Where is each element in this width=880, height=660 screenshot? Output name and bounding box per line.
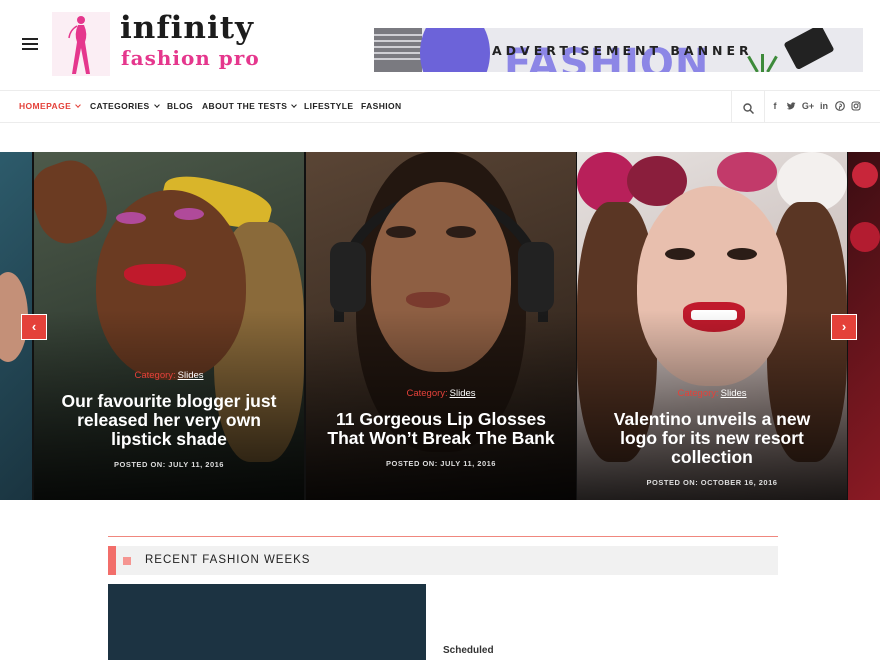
- main-navigation: HOMEPAGE CATEGORIES BLOG ABOUT THE TESTS…: [0, 90, 880, 123]
- section-title: RECENT FASHION WEEKS: [145, 554, 311, 566]
- ad-text: ADVERTISEMENT BANNER: [492, 43, 753, 58]
- nav-item-categories[interactable]: CATEGORIES: [90, 101, 160, 111]
- eye-graphic: [727, 248, 757, 260]
- nav-divider: [764, 91, 765, 123]
- slide-caption: Category: Slides Our favourite blogger ju…: [34, 370, 304, 469]
- square-icon: [123, 557, 131, 565]
- slide-category: Category: Slides: [34, 370, 304, 381]
- eye-graphic: [116, 212, 146, 224]
- slide-caption: Category: Slides 11 Gorgeous Lip Glosses …: [306, 388, 576, 468]
- category-link[interactable]: Slides: [721, 388, 747, 399]
- logo-icon[interactable]: [52, 12, 110, 76]
- slide-date: POSTED ON: JULY 11, 2016: [114, 460, 224, 469]
- nav-item-about-the-tests[interactable]: ABOUT THE TESTS: [202, 101, 298, 111]
- ampersand-graphic: [420, 28, 490, 72]
- slide-category: Category: Slides: [577, 388, 847, 399]
- category-link[interactable]: Slides: [450, 388, 476, 399]
- google-plus-icon[interactable]: G+: [801, 101, 815, 111]
- post-status-label: Scheduled: [443, 645, 494, 656]
- slider-next-button[interactable]: ›: [831, 314, 857, 340]
- nav-item-homepage[interactable]: HOMEPAGE: [19, 101, 82, 111]
- linkedin-icon[interactable]: in: [819, 101, 829, 111]
- facebook-icon[interactable]: f: [770, 101, 780, 111]
- nav-item-fashion[interactable]: FASHION: [361, 101, 402, 111]
- slide-2[interactable]: Category: Slides 11 Gorgeous Lip Glosses …: [306, 152, 576, 500]
- advertisement-banner[interactable]: FASHION ADVERTISEMENT BANNER: [374, 28, 863, 72]
- eye-graphic: [446, 226, 476, 238]
- section-header: RECENT FASHION WEEKS: [108, 546, 778, 575]
- logo-subtitle[interactable]: fashion pro: [121, 46, 260, 70]
- nav-item-lifestyle[interactable]: LIFESTYLE: [304, 101, 353, 111]
- section-divider: [108, 536, 778, 537]
- eye-graphic: [665, 248, 695, 260]
- plant-graphic: [747, 50, 778, 72]
- slide-title[interactable]: Valentino unveils a new logo for its new…: [577, 410, 847, 467]
- twitter-icon[interactable]: [786, 101, 796, 111]
- category-label: Category:: [134, 370, 176, 381]
- category-label: Category:: [677, 388, 719, 399]
- chevron-right-icon: ›: [841, 319, 847, 334]
- slider-prev-button[interactable]: ‹: [21, 314, 47, 340]
- chevron-down-icon: [75, 102, 82, 108]
- slide-date: POSTED ON: OCTOBER 16, 2016: [646, 478, 778, 487]
- site-header: infinity fashion pro FASHION ADVERTISEME…: [0, 0, 880, 90]
- pinterest-icon[interactable]: [835, 101, 845, 111]
- nav-divider: [731, 91, 732, 123]
- headphone-cup-right: [518, 242, 554, 312]
- phone-graphic: [783, 28, 835, 71]
- category-label: Category:: [406, 388, 448, 399]
- chevron-down-icon: [153, 102, 160, 108]
- featured-slider: Category: Slides Our favourite blogger ju…: [0, 152, 880, 500]
- logo-title[interactable]: infinity: [120, 10, 254, 46]
- hand-graphic: [34, 152, 116, 252]
- post-thumbnail[interactable]: [108, 584, 426, 660]
- slide-caption: Category: Slides Valentino unveils a new …: [577, 388, 847, 487]
- slide-date: POSTED ON: JULY 11, 2016: [386, 459, 496, 468]
- slide-title[interactable]: Our favourite blogger just released her …: [34, 392, 304, 449]
- instagram-icon[interactable]: [851, 101, 861, 111]
- nav-item-blog[interactable]: BLOG: [167, 101, 193, 111]
- slide-3[interactable]: Category: Slides Valentino unveils a new …: [577, 152, 847, 500]
- eye-graphic: [174, 208, 204, 220]
- chevron-left-icon: ‹: [31, 319, 37, 334]
- section-accent: [108, 546, 116, 575]
- lips-graphic: [406, 292, 450, 308]
- eye-graphic: [386, 226, 416, 238]
- headphone-cup-left: [330, 242, 366, 312]
- category-link[interactable]: Slides: [178, 370, 204, 381]
- slide-title[interactable]: 11 Gorgeous Lip Glosses That Won’t Break…: [306, 410, 576, 448]
- keyboard-graphic: [374, 28, 422, 72]
- chevron-down-icon: [291, 102, 298, 108]
- flower-graphic: [717, 152, 777, 192]
- menu-icon[interactable]: [22, 38, 38, 50]
- lips-graphic: [124, 264, 186, 286]
- slide-category: Category: Slides: [306, 388, 576, 399]
- slide-1[interactable]: Category: Slides Our favourite blogger ju…: [34, 152, 304, 500]
- search-icon[interactable]: [743, 101, 755, 115]
